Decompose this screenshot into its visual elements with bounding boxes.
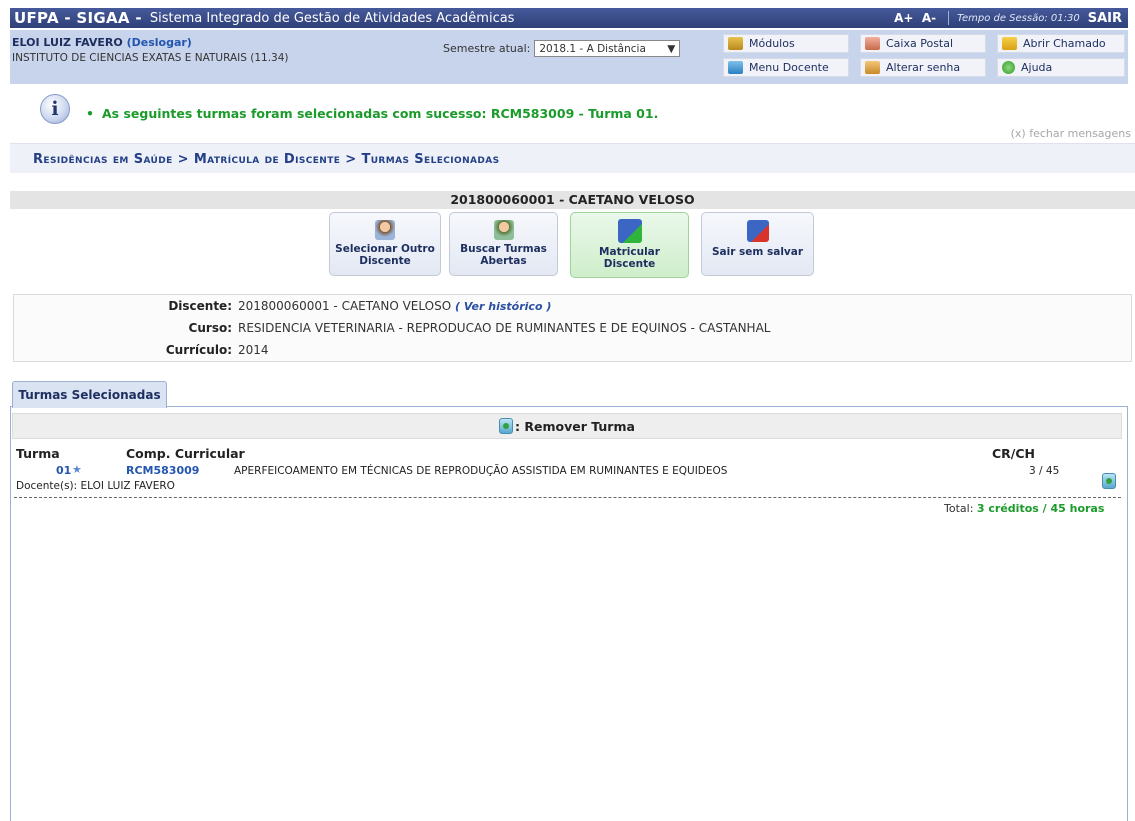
search-label-2: Abertas	[480, 255, 527, 267]
curso-value: RESIDENCIA VETERINARIA - REPRODUCAO DE R…	[238, 321, 771, 335]
user-key-icon	[865, 61, 880, 74]
curso-label: Curso:	[188, 321, 232, 335]
users-search-icon	[493, 220, 514, 240]
font-size-controls: A+ A-	[886, 11, 944, 25]
student-title: 201800060001 - CAETANO VELOSO	[10, 191, 1135, 209]
menu-docente-label: Menu Docente	[749, 61, 829, 74]
semester-select[interactable]: 2018.1 - A Distância ▼	[534, 40, 681, 57]
total-label: Total:	[944, 502, 974, 515]
user-info-bar: ELOI LUIZ FAVERO (Deslogar) INSTITUTO DE…	[10, 30, 1128, 84]
search-open-classes-button[interactable]: Buscar Turmas Abertas	[449, 212, 558, 276]
curriculo-label: Currículo:	[165, 343, 232, 357]
enroll-label-1: Matricular	[599, 246, 660, 258]
mailbox-icon	[865, 37, 880, 50]
chevron-down-icon: ▼	[667, 42, 676, 55]
exit-label: Sair sem salvar	[711, 246, 804, 258]
modulos-label: Módulos	[749, 37, 795, 50]
row-component-code[interactable]: RCM583009	[126, 464, 199, 477]
row-component-name: APERFEICOAMENTO EM TÉCNICAS DE REPRODUÇÃ…	[234, 465, 728, 477]
header-turma: Turma	[16, 446, 60, 461]
save-cancel-icon	[746, 220, 769, 242]
top-bar: UFPA - SIGAA - Sistema Integrado de Gest…	[10, 8, 1128, 28]
select-other-label-1: Selecionar Outro	[335, 243, 435, 255]
divider	[948, 11, 950, 25]
total-value: 3 créditos / 45 horas	[976, 502, 1105, 515]
user-name-text: ELOI LUIZ FAVERO	[12, 36, 123, 49]
deslogar-link[interactable]: (Deslogar)	[127, 36, 192, 49]
ver-historico-link[interactable]: ( Ver histórico )	[455, 300, 551, 313]
discente-value: 201800060001 - CAETANO VELOSO	[238, 299, 452, 313]
broom-icon	[1002, 37, 1017, 50]
logout-button[interactable]: SAIR	[1084, 11, 1128, 26]
tab-turmas-selecionadas[interactable]: Turmas Selecionadas	[12, 381, 167, 408]
alterar-senha-button[interactable]: Alterar senha	[860, 58, 986, 77]
curriculo-value: 2014	[238, 343, 269, 357]
help-icon	[1002, 61, 1015, 74]
session-timer: Tempo de Sessão: 01:30	[957, 12, 1080, 24]
breadcrumb: Residências em Saúde > Matrícula de Disc…	[33, 152, 500, 167]
info-icon: i	[40, 94, 70, 124]
legend-remove-label: : Remover Turma	[515, 418, 635, 434]
row-docentes: Docente(s): ELOI LUIZ FAVERO	[16, 480, 175, 492]
remove-icon	[499, 418, 514, 434]
close-messages-link[interactable]: (x) fechar mensagens	[1011, 127, 1131, 140]
remove-class-button[interactable]	[1102, 473, 1116, 489]
ajuda-button[interactable]: Ajuda	[997, 58, 1125, 77]
alterar-senha-label: Alterar senha	[886, 61, 961, 74]
success-message: • As seguintes turmas foram selecionadas …	[86, 106, 658, 121]
abrir-chamado-button[interactable]: Abrir Chamado	[997, 34, 1125, 53]
discente-value-wrap: 201800060001 - CAETANO VELOSO ( Ver hist…	[238, 299, 551, 313]
select-other-student-button[interactable]: Selecionar Outro Discente	[329, 212, 441, 276]
caixa-postal-button[interactable]: Caixa Postal	[860, 34, 986, 53]
row-divider	[14, 497, 1121, 498]
header-comp-curricular: Comp. Curricular	[126, 446, 245, 461]
success-message-text: As seguintes turmas foram selecionadas c…	[102, 106, 659, 121]
user-name: ELOI LUIZ FAVERO (Deslogar)	[12, 36, 192, 49]
ajuda-label: Ajuda	[1021, 61, 1053, 74]
header-cr-ch: CR/CH	[992, 446, 1035, 461]
select-other-label-2: Discente	[359, 255, 411, 267]
abrir-chamado-label: Abrir Chamado	[1023, 37, 1106, 50]
total-summary: Total: 3 créditos / 45 horas	[944, 502, 1104, 515]
semester-label: Semestre atual:	[443, 42, 531, 55]
exit-without-saving-button[interactable]: Sair sem salvar	[701, 212, 814, 276]
caixa-postal-label: Caixa Postal	[886, 37, 954, 50]
enroll-label-2: Discente	[603, 258, 656, 270]
row-turma-number: 01	[56, 464, 72, 477]
modulos-button[interactable]: Módulos	[723, 34, 849, 53]
modules-icon	[728, 37, 743, 50]
search-label-1: Buscar Turmas	[460, 243, 547, 255]
system-name: Sistema Integrado de Gestão de Atividade…	[149, 10, 515, 26]
font-decrease-button[interactable]: A-	[922, 11, 936, 25]
user-unit: INSTITUTO DE CIENCIAS EXATAS E NATURAIS …	[12, 52, 289, 64]
discente-label: Discente:	[168, 299, 232, 313]
brand-title: UFPA - SIGAA -	[14, 9, 142, 27]
row-cr-ch: 3 / 45	[1029, 465, 1060, 477]
save-check-icon	[617, 219, 642, 243]
font-increase-button[interactable]: A+	[894, 11, 913, 25]
menu-docente-button[interactable]: Menu Docente	[723, 58, 849, 77]
semester-selector: Semestre atual: 2018.1 - A Distância ▼	[443, 40, 681, 57]
semester-selected-value: 2018.1 - A Distância	[539, 42, 646, 55]
network-icon	[728, 61, 743, 74]
legend-bar: : Remover Turma	[12, 413, 1122, 439]
enroll-student-button[interactable]: Matricular Discente	[570, 212, 689, 278]
star-icon: ★	[72, 463, 82, 476]
message-bullet: •	[86, 106, 94, 121]
user-icon	[375, 220, 395, 240]
